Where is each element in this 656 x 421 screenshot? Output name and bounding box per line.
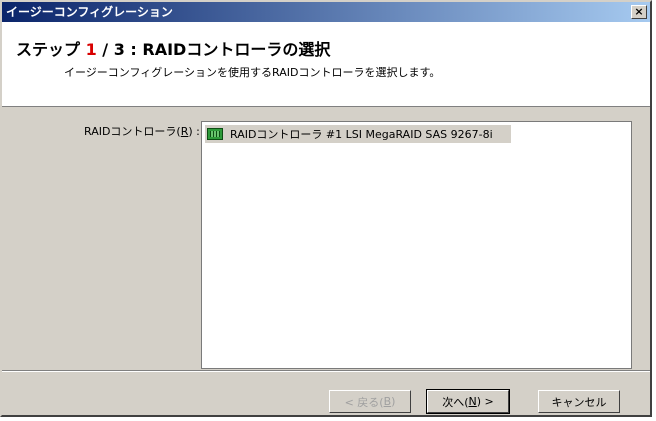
cancel-button[interactable]: キャンセル — [538, 390, 620, 413]
close-icon: × — [634, 5, 644, 18]
easy-config-window: イージーコンフィグレーション × ステップ 1 / 3 : RAIDコントローラ… — [0, 0, 652, 417]
step-description: イージーコンフィグレーションを使用するRAIDコントローラを選択します。 — [64, 66, 441, 79]
close-button[interactable]: × — [631, 5, 647, 19]
list-item-label: RAIDコントローラ #1 LSI MegaRAID SAS 9267-8i — [230, 128, 493, 141]
footer-divider — [2, 370, 650, 372]
raid-controller-label: RAIDコントローラ(R) : — [84, 125, 200, 138]
back-button[interactable]: < 戻る(B) — [329, 390, 411, 413]
wizard-body: RAIDコントローラ(R) : RAIDコントローラ #1 LSI MegaRA… — [2, 107, 650, 369]
step-current: 1 — [85, 40, 97, 59]
step-title: ステップ 1 / 3 : RAIDコントローラの選択 — [16, 40, 331, 59]
raid-controller-icon — [207, 128, 223, 140]
window-title: イージーコンフィグレーション — [6, 5, 173, 19]
step-total: 3 — [113, 40, 125, 59]
raid-controller-listbox[interactable]: RAIDコントローラ #1 LSI MegaRAID SAS 9267-8i — [201, 121, 632, 369]
list-item-raid-controller-1[interactable]: RAIDコントローラ #1 LSI MegaRAID SAS 9267-8i — [205, 125, 511, 143]
wizard-header: ステップ 1 / 3 : RAIDコントローラの選択 イージーコンフィグレーショ… — [2, 22, 650, 107]
next-button[interactable]: 次へ(N) > — [426, 389, 510, 414]
title-bar: イージーコンフィグレーション × — [2, 2, 650, 22]
